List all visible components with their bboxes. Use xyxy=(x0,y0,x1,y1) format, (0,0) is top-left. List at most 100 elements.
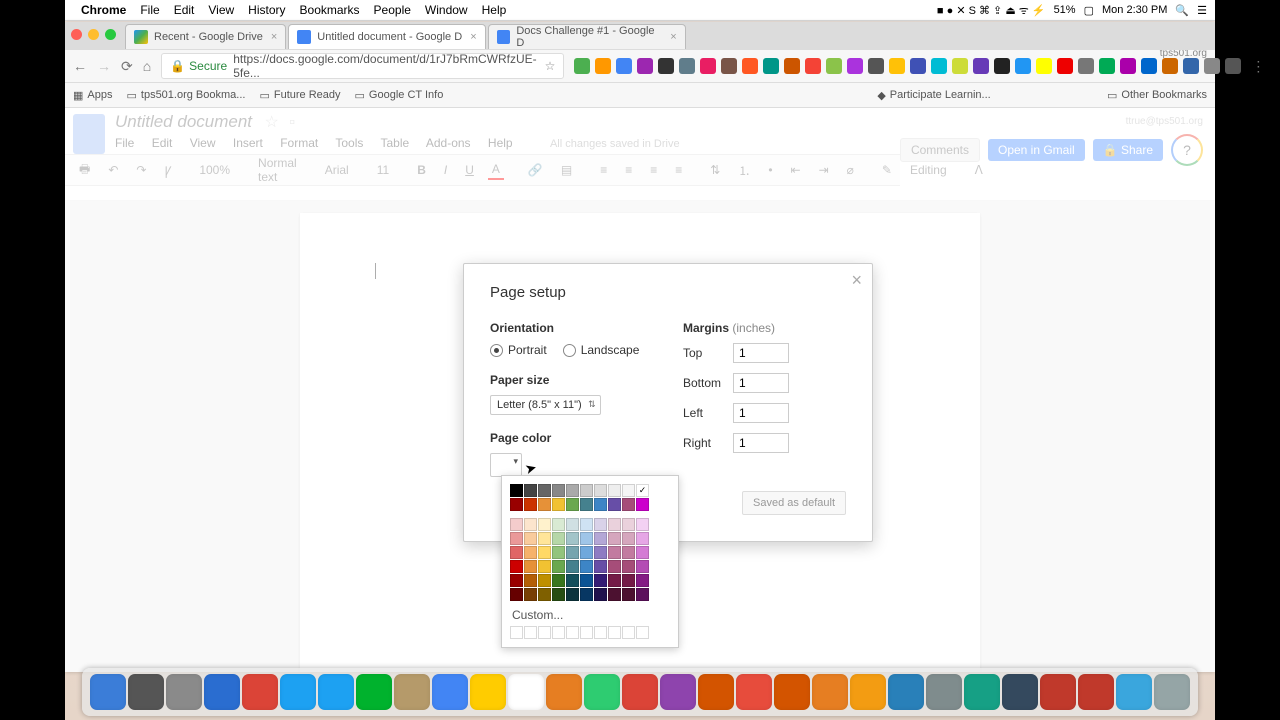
close-icon[interactable]: × xyxy=(271,31,277,43)
color-swatch[interactable] xyxy=(608,546,621,559)
color-swatch[interactable] xyxy=(510,518,523,531)
dock-app-icon[interactable] xyxy=(1154,674,1190,710)
color-swatch[interactable] xyxy=(594,484,607,497)
color-swatch[interactable] xyxy=(538,532,551,545)
color-swatch[interactable] xyxy=(524,588,537,601)
dock-app-icon[interactable] xyxy=(242,674,278,710)
color-swatch[interactable] xyxy=(608,484,621,497)
color-swatch[interactable] xyxy=(552,546,565,559)
color-swatch[interactable] xyxy=(538,546,551,559)
color-swatch[interactable] xyxy=(552,484,565,497)
dock-app-icon[interactable] xyxy=(926,674,962,710)
color-swatch[interactable] xyxy=(510,498,523,511)
color-swatch[interactable] xyxy=(524,546,537,559)
bookmark-item[interactable]: ▭ tps501.org Bookma... xyxy=(126,89,245,102)
dock-app-icon[interactable] xyxy=(888,674,924,710)
color-swatch[interactable] xyxy=(538,574,551,587)
custom-color-slot[interactable] xyxy=(524,626,537,639)
dock-app-icon[interactable] xyxy=(546,674,582,710)
custom-color-slot[interactable] xyxy=(636,626,649,639)
tab-docs-challenge[interactable]: Docs Challenge #1 - Google D × xyxy=(488,24,686,49)
custom-color-slot[interactable] xyxy=(566,626,579,639)
extension-icon[interactable] xyxy=(910,58,926,74)
forward-icon[interactable]: → xyxy=(97,58,111,74)
home-icon[interactable]: ⌂ xyxy=(143,58,151,74)
color-swatch[interactable] xyxy=(622,588,635,601)
dock-app-icon[interactable] xyxy=(1116,674,1152,710)
color-swatch[interactable] xyxy=(566,560,579,573)
close-window-icon[interactable] xyxy=(71,29,82,40)
color-swatch[interactable] xyxy=(552,560,565,573)
page-color-button[interactable] xyxy=(490,453,522,477)
color-swatch[interactable] xyxy=(524,532,537,545)
color-swatch[interactable] xyxy=(608,588,621,601)
custom-color-slot[interactable] xyxy=(608,626,621,639)
custom-color-label[interactable]: Custom... xyxy=(510,602,670,626)
dock-app-icon[interactable] xyxy=(1002,674,1038,710)
color-swatch[interactable] xyxy=(524,498,537,511)
custom-color-slot[interactable] xyxy=(552,626,565,639)
margin-bottom-input[interactable] xyxy=(733,373,789,393)
color-swatch[interactable] xyxy=(594,546,607,559)
extension-icon[interactable] xyxy=(889,58,905,74)
color-swatch[interactable] xyxy=(594,560,607,573)
extension-icon[interactable] xyxy=(679,58,695,74)
color-swatch[interactable] xyxy=(552,518,565,531)
color-swatch[interactable] xyxy=(594,518,607,531)
extension-icon[interactable] xyxy=(1162,58,1178,74)
color-swatch[interactable] xyxy=(594,574,607,587)
color-swatch[interactable] xyxy=(636,574,649,587)
color-swatch[interactable] xyxy=(538,560,551,573)
extension-icon[interactable] xyxy=(742,58,758,74)
custom-color-slot[interactable] xyxy=(622,626,635,639)
reload-icon[interactable]: ⟳ xyxy=(121,58,133,75)
color-swatch[interactable] xyxy=(636,518,649,531)
color-swatch[interactable] xyxy=(636,588,649,601)
extension-icon[interactable] xyxy=(868,58,884,74)
margin-right-input[interactable] xyxy=(733,433,789,453)
color-swatch[interactable] xyxy=(594,588,607,601)
dock-app-icon[interactable] xyxy=(318,674,354,710)
url-field[interactable]: 🔒 Secure https://docs.google.com/documen… xyxy=(161,53,564,79)
extension-icon[interactable] xyxy=(1078,58,1094,74)
dock-app-icon[interactable] xyxy=(698,674,734,710)
extension-icon[interactable] xyxy=(574,58,590,74)
menu-app[interactable]: Chrome xyxy=(81,3,126,17)
dock-app-icon[interactable] xyxy=(736,674,772,710)
dock-app-icon[interactable] xyxy=(1078,674,1114,710)
custom-color-slot[interactable] xyxy=(510,626,523,639)
minimize-window-icon[interactable] xyxy=(88,29,99,40)
color-swatch[interactable] xyxy=(608,518,621,531)
paper-size-select[interactable]: Letter (8.5" x 11") xyxy=(490,395,601,415)
menu-help[interactable]: Help xyxy=(482,3,507,17)
extension-icon[interactable] xyxy=(1036,58,1052,74)
maximize-window-icon[interactable] xyxy=(105,29,116,40)
color-swatch[interactable] xyxy=(552,574,565,587)
extension-icon[interactable] xyxy=(994,58,1010,74)
dock-app-icon[interactable] xyxy=(584,674,620,710)
custom-color-slot[interactable] xyxy=(538,626,551,639)
extension-icon[interactable] xyxy=(952,58,968,74)
extension-icon[interactable] xyxy=(784,58,800,74)
close-dialog-button[interactable]: × xyxy=(851,270,862,291)
save-default-button[interactable]: Saved as default xyxy=(742,491,846,515)
dock-app-icon[interactable] xyxy=(280,674,316,710)
margin-top-input[interactable] xyxy=(733,343,789,363)
window-controls[interactable] xyxy=(71,29,116,40)
color-swatch[interactable] xyxy=(510,588,523,601)
bookmark-item[interactable]: ▭ Future Ready xyxy=(259,89,340,102)
extension-icon[interactable] xyxy=(931,58,947,74)
search-icon[interactable]: 🔍 xyxy=(1175,4,1189,17)
landscape-radio[interactable]: Landscape xyxy=(563,343,640,357)
menu-edit[interactable]: Edit xyxy=(174,3,195,17)
color-swatch[interactable] xyxy=(510,574,523,587)
menu-history[interactable]: History xyxy=(248,3,285,17)
color-swatch[interactable] xyxy=(538,484,551,497)
color-swatch[interactable] xyxy=(566,574,579,587)
menu-bookmarks[interactable]: Bookmarks xyxy=(300,3,360,17)
extension-icon[interactable] xyxy=(700,58,716,74)
color-swatch[interactable] xyxy=(608,498,621,511)
bookmark-item[interactable]: ◆ Participate Learnin... xyxy=(877,89,990,102)
color-swatch[interactable] xyxy=(538,588,551,601)
dock-app-icon[interactable] xyxy=(90,674,126,710)
